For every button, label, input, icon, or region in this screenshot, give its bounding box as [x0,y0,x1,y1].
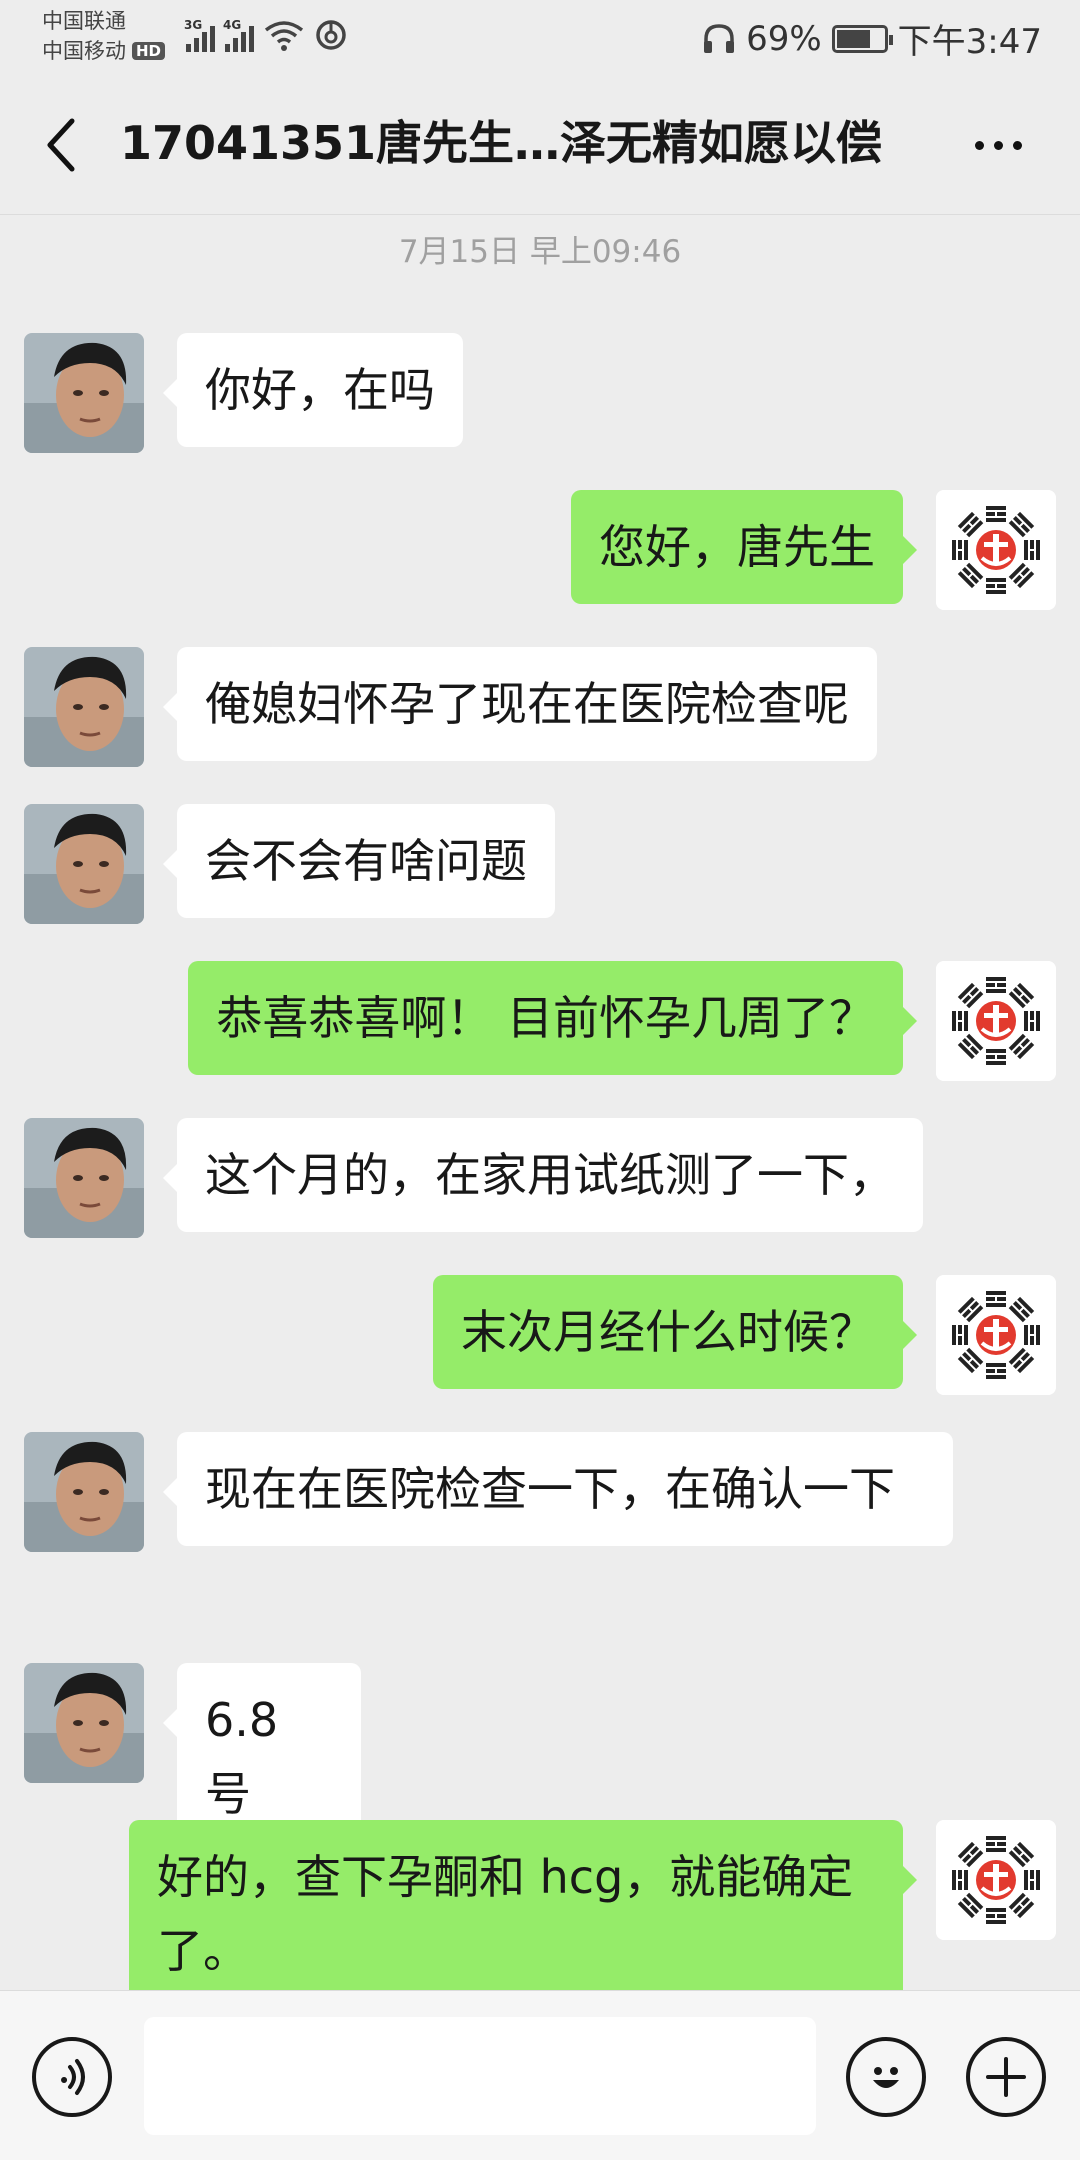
self-avatar[interactable] [936,490,1056,610]
contact-avatar-image [24,333,144,453]
headphones-icon [704,23,735,53]
chat-title: 17041351唐先生…泽无精如愿以偿 [120,116,883,170]
input-bar [0,1990,1080,2160]
contact-avatar-image [24,1118,144,1238]
outgoing-message: 好的，查下孕酮和 hcg，就能确定了。 [0,1820,1080,2014]
message-bubble[interactable]: 好的，查下孕酮和 hcg，就能确定了。 [129,1820,917,2008]
contact-avatar[interactable] [24,647,144,767]
incoming-message: 现在在医院检查一下，在确认一下 [0,1432,1080,1626]
carrier-2: 中国移动 [42,39,126,63]
hospital-logo-image [936,1820,1056,1940]
hd-badge: HD [132,42,166,60]
outgoing-message: 末次月经什么时候？ [0,1275,1080,1395]
contact-avatar[interactable] [24,333,144,453]
battery-icon [831,24,893,53]
chat-header: 17041351唐先生…泽无精如愿以偿 [0,70,1080,215]
netease-music-icon [316,20,346,50]
message-bubble[interactable]: 会不会有啥问题 [163,804,555,918]
incoming-message: 会不会有啥问题 [0,804,1080,924]
outgoing-message: 恭喜恭喜啊！ 目前怀孕几周了？ [0,961,1080,1081]
message-bubble[interactable]: 您好，唐先生 [571,490,917,604]
self-avatar[interactable] [936,961,1056,1081]
more-dot [974,140,984,150]
self-avatar[interactable] [936,1275,1056,1395]
message-bubble[interactable]: 这个月的，在家用试纸测了一下， [163,1118,923,1232]
contact-avatar-image [24,804,144,924]
voice-icon [61,2059,85,2095]
battery-fill [836,29,870,48]
message-bubble[interactable]: 你好，在吗 [163,333,463,447]
hospital-logo-image [936,961,1056,1081]
carrier-1: 中国联通 [42,9,126,33]
message-bubble[interactable]: 俺媳妇怀孕了现在在医院检查呢 [163,647,877,761]
plus-icon [986,2057,1026,2097]
battery-percent: 69% [746,18,822,59]
status-bar: 中国联通 中国移动 HD 3G 4G 69% 下午3:47 [0,0,1080,70]
network-3g-label: 3G [184,18,203,32]
contact-avatar[interactable] [24,1432,144,1552]
clock: 下午3:47 [897,22,1042,62]
signal-4g-icon: 4G [223,18,254,52]
carrier-info: 中国联通 中国移动 HD [42,6,166,66]
message-bubble[interactable]: 恭喜恭喜啊！ 目前怀孕几周了？ [188,961,917,1075]
self-avatar[interactable] [936,1820,1056,1940]
plus-button[interactable] [966,2037,1046,2117]
message-bubble[interactable]: 末次月经什么时候？ [433,1275,917,1389]
contact-avatar-image [24,1663,144,1783]
back-arrow-icon [47,118,75,172]
wifi-icon [264,21,304,51]
signal-3g-icon: 3G [184,18,215,52]
outgoing-message: 您好，唐先生 [0,490,1080,610]
contact-avatar-image [24,1432,144,1552]
more-dot [1012,140,1022,150]
network-4g-label: 4G [223,18,242,32]
more-dot [993,140,1003,150]
contact-avatar[interactable] [24,1118,144,1238]
hospital-logo-image [936,1275,1056,1395]
message-bubble[interactable]: 现在在医院检查一下，在确认一下 [163,1432,953,1546]
emoji-icon [873,2067,899,2088]
voice-button[interactable] [32,2037,112,2117]
incoming-message: 你好，在吗 [0,333,1080,453]
incoming-message: 俺媳妇怀孕了现在在医院检查呢 [0,647,1080,767]
hospital-logo-image [936,490,1056,610]
incoming-message: 这个月的，在家用试纸测了一下， [0,1118,1080,1238]
contact-avatar[interactable] [24,804,144,924]
signal-indicators: 3G 4G [184,18,348,52]
contact-avatar-image [24,647,144,767]
more-button[interactable] [958,110,1038,180]
emoji-button[interactable] [846,2037,926,2117]
contact-avatar[interactable] [24,1663,144,1783]
status-right: 69% 下午3:47 [702,14,1042,63]
chat-timestamp: 7月15日 早上09:46 [398,234,682,270]
incoming-message: 6.8 号 [0,1663,1080,1851]
message-input[interactable] [144,2017,816,2135]
back-button[interactable] [32,110,92,180]
